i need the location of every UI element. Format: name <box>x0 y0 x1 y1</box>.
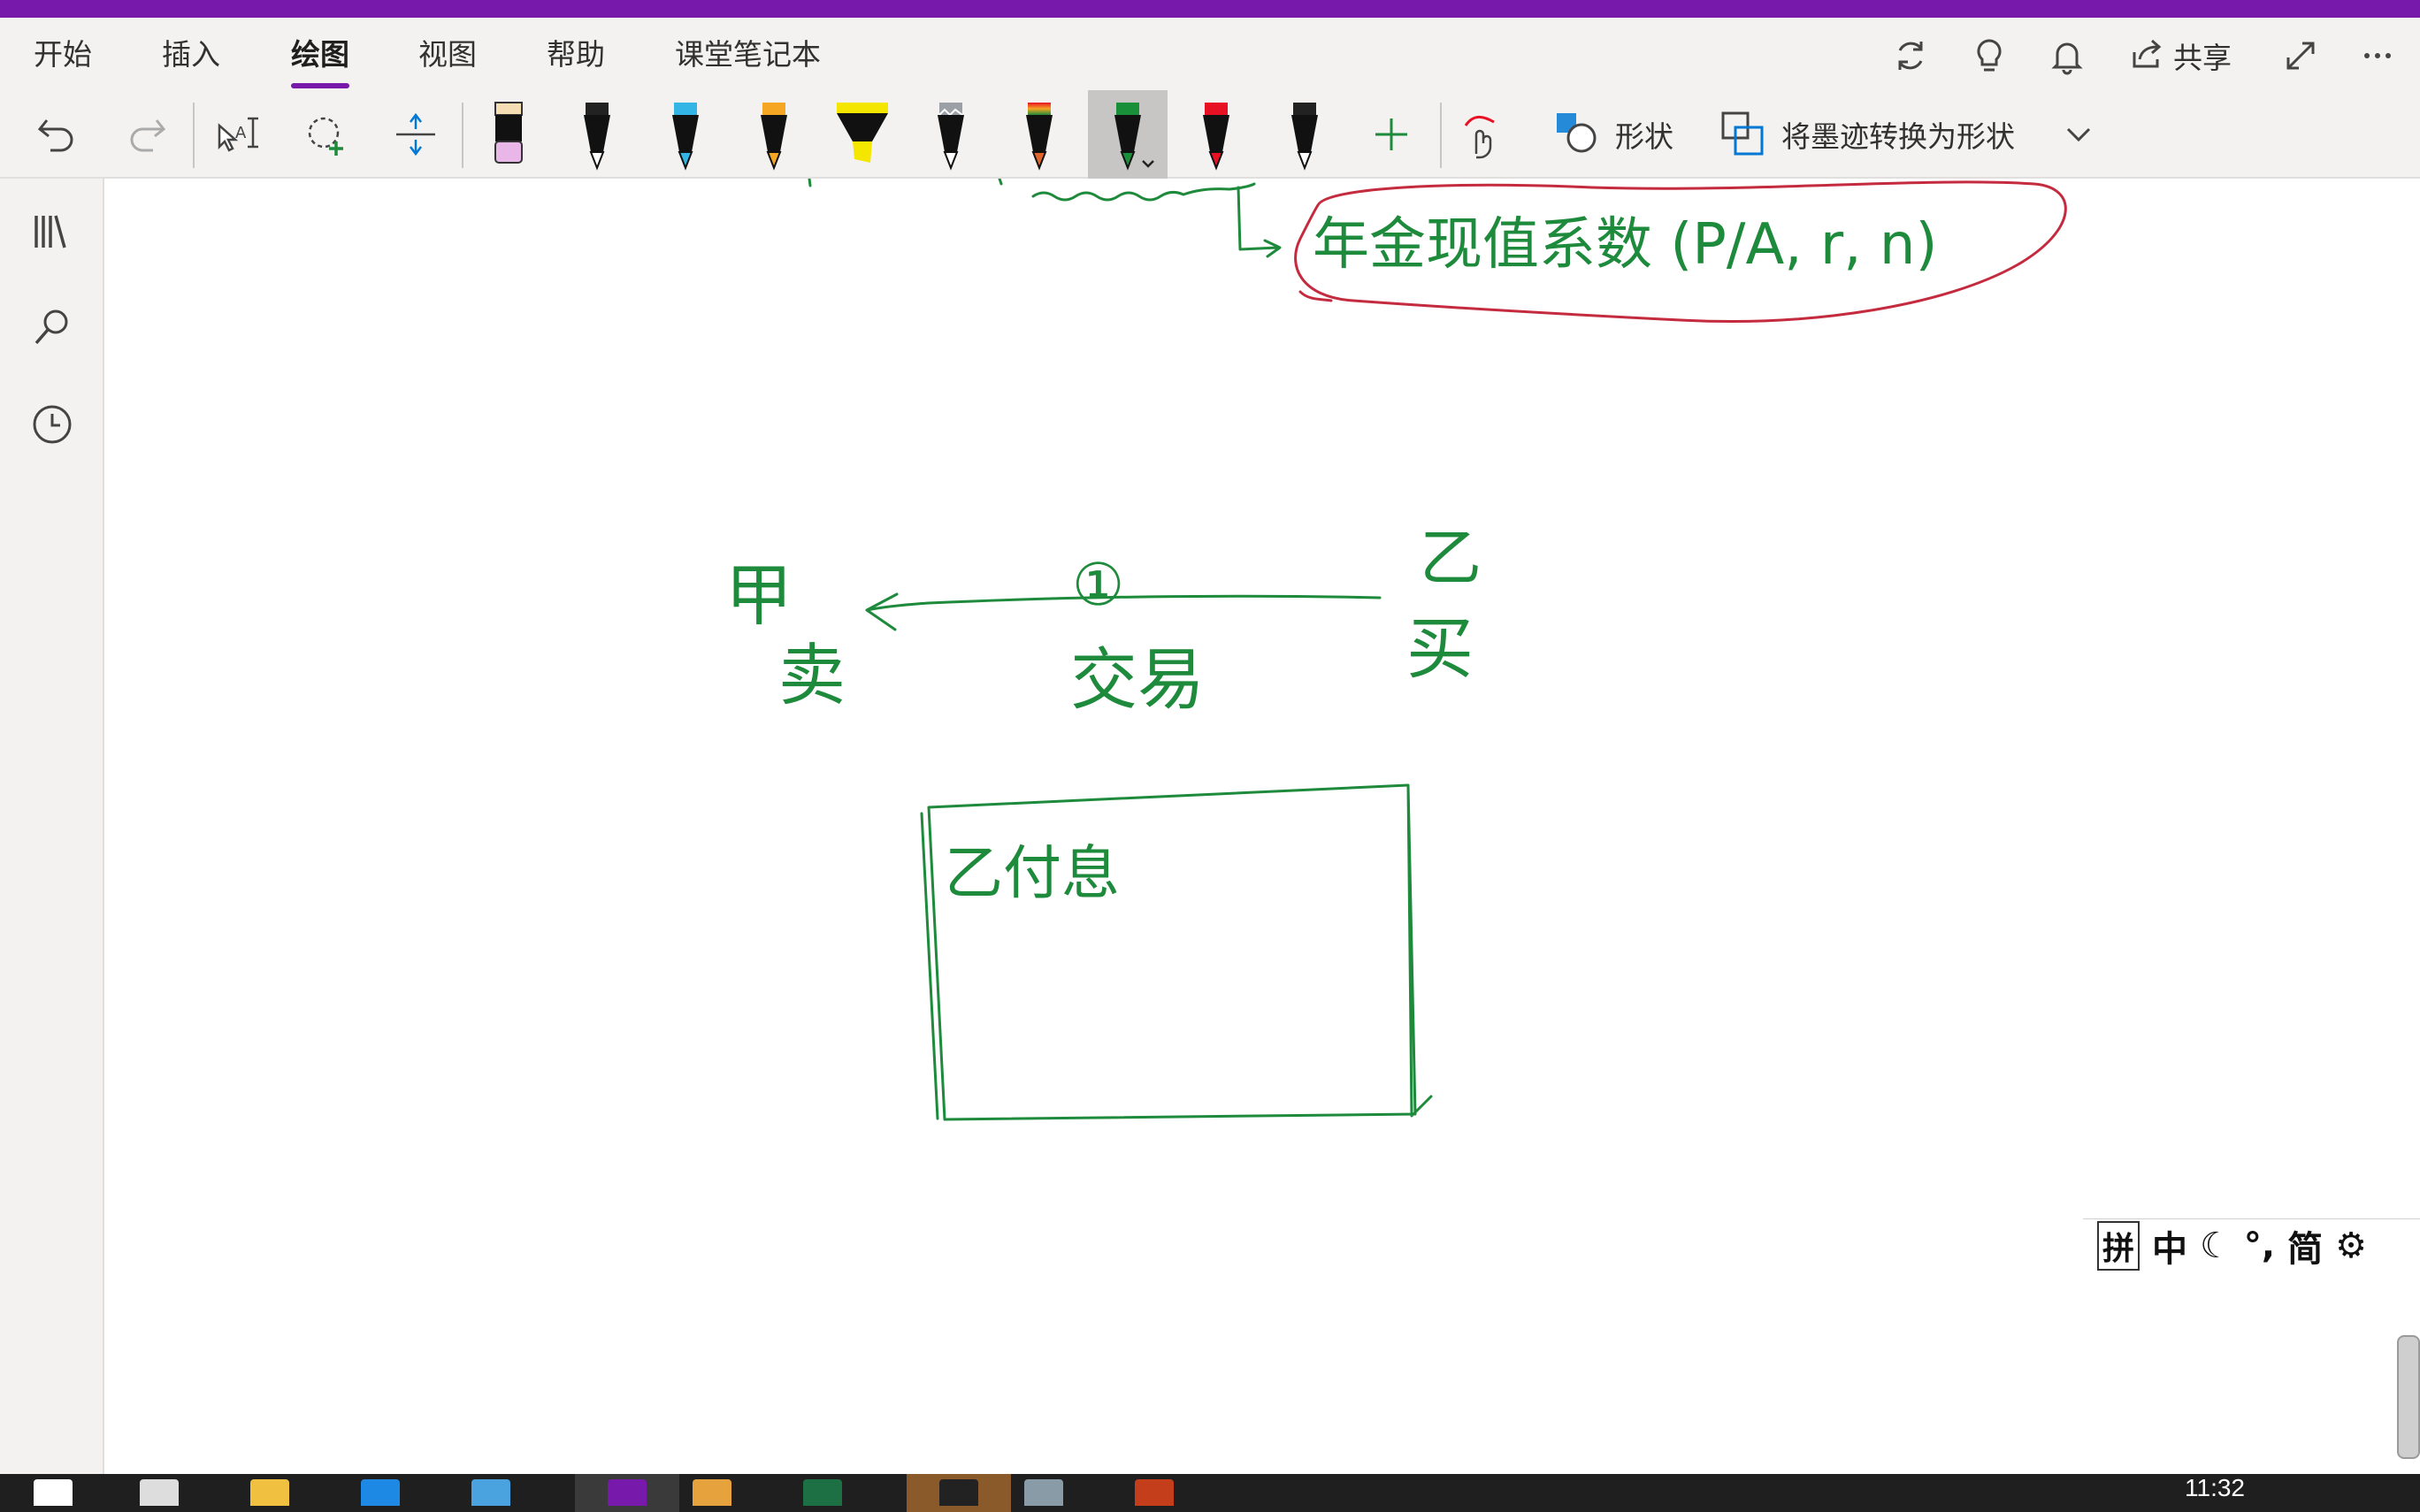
underline-squiggle <box>1031 182 1256 202</box>
toolbar-divider <box>193 103 195 168</box>
onenote-icon <box>608 1479 647 1506</box>
ime-pinyin[interactable]: 拼 <box>2097 1220 2140 1271</box>
excel-icon <box>803 1479 842 1506</box>
handwriting-formula: 年金现值系数 (P/A, r, n) <box>1313 212 1937 278</box>
notebooks-icon[interactable] <box>26 205 79 258</box>
handwriting-party-a: 甲 <box>725 556 793 635</box>
type-select-icon[interactable]: A <box>211 90 264 179</box>
tab-view[interactable]: 视图 <box>418 35 477 88</box>
bell-icon[interactable] <box>2045 34 2089 78</box>
ink-layer: 年金现值系数 (P/A, r, n) 甲 卖 乙 买 ① 交易 乙付息 <box>725 179 2067 1121</box>
insert-space-icon[interactable] <box>389 90 442 179</box>
shapes-label: 形状 <box>1615 119 1673 154</box>
ime-toolbar[interactable]: 拼 中 ☾ °, 简 ⚙ <box>2083 1218 2420 1271</box>
ink-stroke <box>808 179 812 187</box>
handwriting-sell: 卖 <box>778 636 846 714</box>
shapes-icon <box>1550 106 1603 163</box>
handwriting-party-b: 乙 <box>1420 522 1482 594</box>
svg-text:A: A <box>235 124 247 142</box>
transaction-line <box>927 594 1382 605</box>
rectangle-shape <box>920 783 1433 1121</box>
taskbar: 11:32 <box>0 1474 2420 1512</box>
black-pen-2-icon[interactable] <box>1265 90 1344 179</box>
taskbar-file-explorer-icon[interactable] <box>243 1479 296 1512</box>
taskbar-browser-icon[interactable] <box>464 1479 517 1512</box>
handwriting-buy: 买 <box>1406 609 1474 688</box>
taskbar-start-icon[interactable] <box>27 1479 80 1512</box>
browser-icon <box>471 1479 510 1506</box>
ime-half-width[interactable]: ☾ <box>2200 1226 2232 1266</box>
powerpoint-icon <box>1135 1479 1174 1506</box>
note-canvas[interactable]: 年金现值系数 (P/A, r, n) 甲 卖 乙 买 ① 交易 乙付息 <box>106 179 2420 1474</box>
file-explorer-icon <box>250 1479 289 1506</box>
more-icon[interactable] <box>2355 34 2400 78</box>
eraser-icon[interactable] <box>469 90 548 179</box>
search-icon[interactable] <box>26 301 79 354</box>
ribbon-tab-bar: 开始 插入 绘图 视图 帮助 课堂笔记本 共享 <box>0 18 2420 90</box>
qq-icon <box>939 1479 978 1506</box>
share-button[interactable]: 共享 <box>2127 34 2232 78</box>
share-label: 共享 <box>2173 41 2232 75</box>
expand-icon[interactable] <box>2278 34 2323 78</box>
ink-to-shape-button[interactable]: 将墨迹转换为形状 <box>1716 90 2070 179</box>
tab-insert[interactable]: 插入 <box>162 35 220 88</box>
tab-help[interactable]: 帮助 <box>547 35 605 88</box>
red-pen-icon[interactable] <box>1176 90 1256 179</box>
draw-toolbar: A 形状 将墨迹转换为形状 <box>0 90 2420 179</box>
green-pen-icon[interactable] <box>1088 90 1168 179</box>
tab-home[interactable]: 开始 <box>34 35 92 88</box>
taskbar-excel-icon[interactable] <box>796 1479 849 1512</box>
plus-icon[interactable] <box>1365 90 1418 179</box>
taskbar-onenote-icon[interactable] <box>575 1474 679 1512</box>
paint-icon <box>693 1479 731 1506</box>
touch-draw-icon[interactable] <box>1453 90 1506 179</box>
ime-settings-icon[interactable]: ⚙ <box>2335 1226 2367 1266</box>
edge-icon <box>361 1479 400 1506</box>
handwriting-box-note: 乙付息 <box>945 839 1120 907</box>
transaction-arrow <box>865 592 930 631</box>
photos-icon <box>1024 1479 1063 1506</box>
lasso-select-icon[interactable] <box>301 90 354 179</box>
galaxy-pen-icon[interactable] <box>911 90 991 179</box>
ink-stroke <box>998 179 1003 186</box>
rainbow-pen-icon[interactable] <box>999 90 1079 179</box>
ink-to-shape-icon <box>1716 106 1769 163</box>
sync-icon[interactable] <box>1888 34 1933 78</box>
blue-pen-icon[interactable] <box>646 90 725 179</box>
share-icon <box>2127 34 2166 77</box>
taskbar-paint-icon[interactable] <box>685 1479 739 1512</box>
ink-to-shape-label: 将墨迹转换为形状 <box>1781 119 2015 154</box>
chevron-down-icon[interactable] <box>2052 90 2105 179</box>
clock-icon[interactable] <box>26 398 79 451</box>
undo-icon[interactable] <box>31 90 84 179</box>
tab-class-notebook[interactable]: 课堂笔记本 <box>675 35 821 88</box>
taskbar-photos-icon[interactable] <box>1017 1479 1070 1512</box>
redo-icon[interactable] <box>119 90 172 179</box>
taskbar-powerpoint-icon[interactable] <box>1128 1479 1181 1512</box>
scrollbar-thumb[interactable] <box>2397 1335 2420 1459</box>
orange-pen-icon[interactable] <box>734 90 814 179</box>
taskbar-edge-icon[interactable] <box>354 1479 407 1512</box>
title-bar <box>0 0 2420 18</box>
taskbar-clock[interactable]: 11:32 <box>2185 1474 2245 1512</box>
toolbar-divider <box>1440 103 1442 168</box>
ime-simplified[interactable]: 简 <box>2287 1220 2323 1271</box>
handwriting-circled-one: ① <box>1072 551 1124 619</box>
tab-draw[interactable]: 绘图 <box>291 35 349 88</box>
black-pen-icon[interactable] <box>557 90 637 179</box>
ime-chinese-mode[interactable]: 中 <box>2152 1220 2187 1271</box>
lightbulb-icon[interactable] <box>1967 34 2011 78</box>
handwriting-transaction: 交易 <box>1070 640 1205 719</box>
ime-punctuation[interactable]: °, <box>2244 1226 2275 1266</box>
toolbar-divider <box>462 103 463 168</box>
pointer-arrow <box>1237 186 1282 258</box>
task-view-icon <box>140 1479 179 1506</box>
navigation-sidebar <box>0 179 104 1474</box>
taskbar-qq-icon[interactable] <box>907 1474 1011 1512</box>
start-icon <box>34 1479 73 1506</box>
taskbar-task-view-icon[interactable] <box>133 1479 186 1512</box>
yellow-highlighter-icon[interactable] <box>823 90 902 179</box>
